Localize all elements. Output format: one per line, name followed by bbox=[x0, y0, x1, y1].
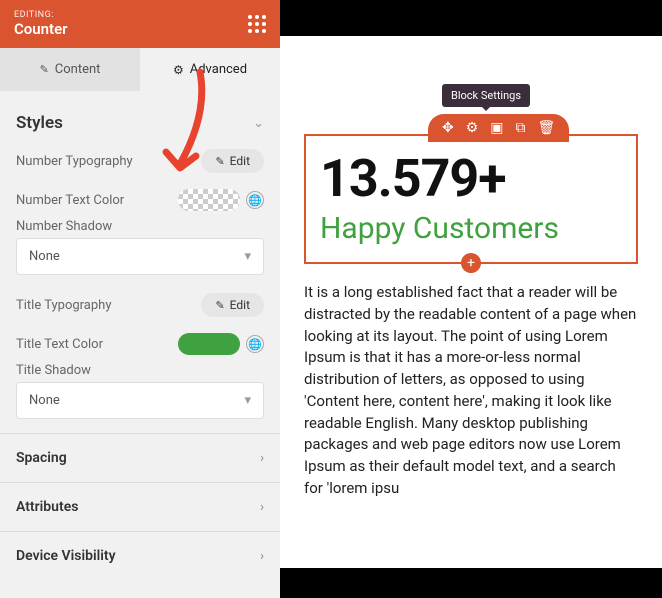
number-typography-edit-button[interactable]: ✎ Edit bbox=[201, 149, 264, 173]
drag-handle-icon[interactable] bbox=[248, 15, 266, 33]
chevron-right-icon: › bbox=[260, 549, 264, 564]
caret-down-icon: ▾ bbox=[244, 393, 251, 408]
counter-number: 13.579+ bbox=[320, 148, 622, 209]
move-icon[interactable]: ✥ bbox=[442, 120, 454, 136]
attributes-accordion[interactable]: Attributes › bbox=[0, 482, 280, 531]
save-icon[interactable]: ▣ bbox=[490, 120, 503, 136]
delete-icon[interactable]: 🗑 bbox=[538, 120, 556, 136]
number-text-color-label: Number Text Color bbox=[16, 193, 124, 208]
block-toolbar: ✥ ⚙ ▣ ⧉ 🗑 bbox=[428, 114, 569, 142]
tab-label: Advanced bbox=[190, 62, 247, 77]
button-label: Edit bbox=[230, 298, 250, 312]
color-swatch-transparent[interactable] bbox=[178, 189, 240, 211]
editor-sidebar: EDITING: Counter ✎ Content ⚙ Advanced St… bbox=[0, 0, 280, 598]
preview-top-bar bbox=[280, 0, 662, 36]
globe-icon[interactable]: 🌐 bbox=[246, 335, 264, 353]
counter-subtitle: Happy Customers bbox=[320, 211, 622, 246]
sidebar-header: EDITING: Counter bbox=[0, 0, 280, 48]
title-text-color-label: Title Text Color bbox=[16, 337, 103, 352]
color-swatch-green[interactable] bbox=[178, 333, 240, 355]
number-typography-label: Number Typography bbox=[16, 154, 133, 169]
chevron-right-icon: › bbox=[260, 500, 264, 515]
styles-section: Styles ⌄ Number Typography ✎ Edit Number… bbox=[0, 91, 280, 433]
caret-down-icon: ▾ bbox=[244, 249, 251, 264]
copy-icon[interactable]: ⧉ bbox=[516, 120, 526, 136]
device-visibility-accordion[interactable]: Device Visibility › bbox=[0, 531, 280, 580]
pencil-icon: ✎ bbox=[215, 299, 224, 312]
number-shadow-label: Number Shadow bbox=[16, 219, 264, 234]
select-value: None bbox=[29, 393, 60, 408]
button-label: Edit bbox=[230, 154, 250, 168]
number-shadow-select[interactable]: None ▾ bbox=[16, 238, 264, 275]
add-block-button[interactable]: + bbox=[461, 253, 481, 273]
counter-block[interactable]: 13.579+ Happy Customers bbox=[304, 134, 638, 264]
tabs: ✎ Content ⚙ Advanced bbox=[0, 48, 280, 91]
block-title: Counter bbox=[14, 20, 68, 38]
accordion-label: Device Visibility bbox=[16, 548, 116, 564]
tooltip: Block Settings bbox=[442, 84, 530, 107]
title-shadow-select[interactable]: None ▾ bbox=[16, 382, 264, 419]
section-title: Styles bbox=[16, 113, 63, 133]
preview-pane: Block Settings ✥ ⚙ ▣ ⧉ 🗑 13.579+ Happy C… bbox=[280, 0, 662, 598]
settings-icon[interactable]: ⚙ bbox=[466, 120, 479, 136]
editing-label: EDITING: bbox=[14, 10, 68, 20]
title-typography-label: Title Typography bbox=[16, 298, 112, 313]
select-value: None bbox=[29, 249, 60, 264]
globe-icon[interactable]: 🌐 bbox=[246, 191, 264, 209]
tab-content[interactable]: ✎ Content bbox=[0, 48, 140, 91]
accordion-label: Attributes bbox=[16, 499, 78, 515]
chevron-down-icon[interactable]: ⌄ bbox=[253, 116, 264, 131]
chevron-right-icon: › bbox=[260, 451, 264, 466]
title-shadow-label: Title Shadow bbox=[16, 363, 264, 378]
tab-label: Content bbox=[55, 62, 101, 77]
title-typography-edit-button[interactable]: ✎ Edit bbox=[201, 293, 264, 317]
spacing-accordion[interactable]: Spacing › bbox=[0, 433, 280, 482]
accordion-label: Spacing bbox=[16, 450, 67, 466]
sliders-icon: ⚙ bbox=[173, 63, 184, 77]
preview-bottom-bar bbox=[280, 568, 662, 598]
pencil-icon: ✎ bbox=[40, 63, 49, 76]
paragraph-text: It is a long established fact that a rea… bbox=[304, 282, 638, 500]
pencil-icon: ✎ bbox=[215, 155, 224, 168]
tab-advanced[interactable]: ⚙ Advanced bbox=[140, 48, 280, 91]
